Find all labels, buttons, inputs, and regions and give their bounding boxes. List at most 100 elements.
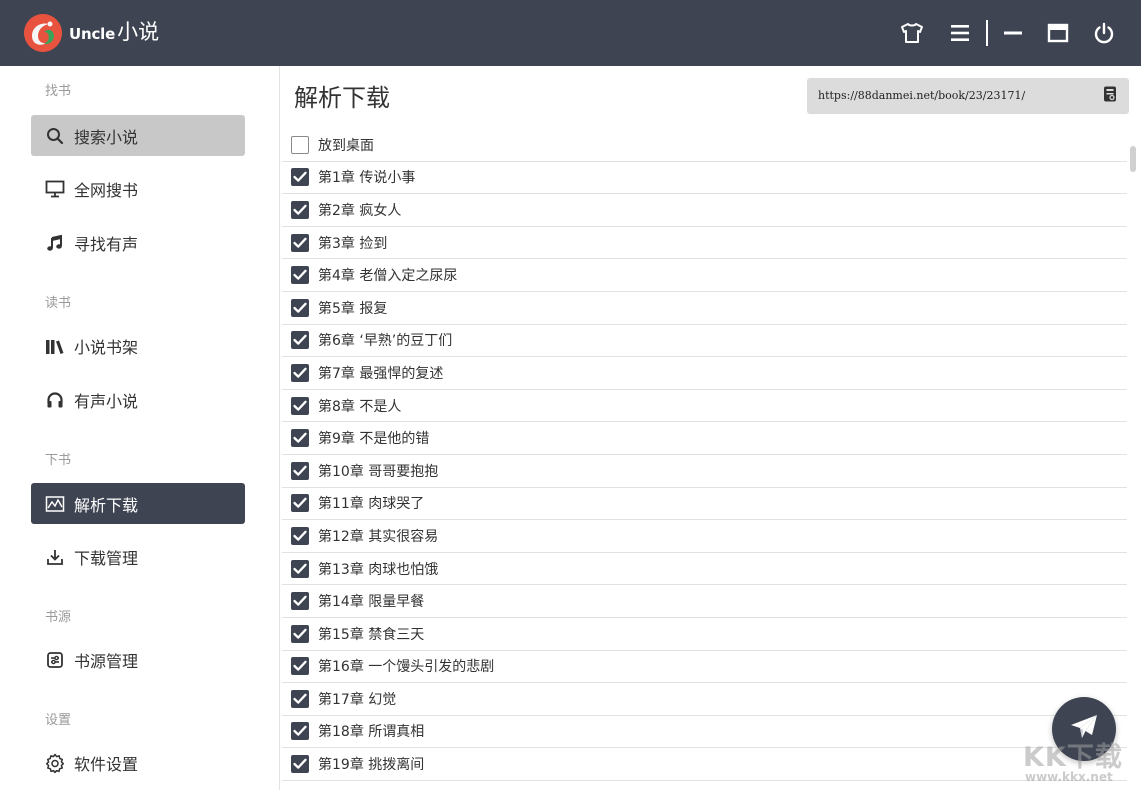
chapter-title: 第16章 一个馒头引发的悲剧 bbox=[318, 656, 494, 676]
minimize-icon[interactable] bbox=[999, 19, 1027, 47]
sidebar-item-software-settings[interactable]: 软件设置 bbox=[31, 742, 245, 783]
chapter-row[interactable]: 第3章 捡到 bbox=[282, 227, 1127, 260]
chapter-checkbox[interactable] bbox=[291, 299, 309, 317]
source-icon bbox=[45, 650, 65, 670]
chapter-row[interactable]: 第2章 疯女人 bbox=[282, 194, 1127, 227]
chapter-row[interactable]: 第10章 哥哥要抱抱 bbox=[282, 455, 1127, 488]
desktop-checkbox[interactable] bbox=[291, 136, 309, 154]
watermark-url: www.kkx.net bbox=[1025, 770, 1113, 784]
chapter-checkbox[interactable] bbox=[291, 462, 309, 480]
chapter-row[interactable]: 第11章 肉球哭了 bbox=[282, 488, 1127, 521]
chapter-title: 第19章 挑拨离间 bbox=[318, 754, 424, 774]
chapter-row[interactable]: 第8章 不是人 bbox=[282, 390, 1127, 423]
chapter-row[interactable]: 第7章 最强悍的复述 bbox=[282, 357, 1127, 390]
chapter-title: 第11章 肉球哭了 bbox=[318, 493, 424, 513]
list-scrollbar[interactable] bbox=[1130, 146, 1136, 172]
sidebar-item-label: 软件设置 bbox=[74, 751, 138, 775]
chapter-title: 第18章 所谓真相 bbox=[318, 721, 424, 741]
chapter-checkbox[interactable] bbox=[291, 657, 309, 675]
chapter-checkbox[interactable] bbox=[291, 527, 309, 545]
power-icon[interactable] bbox=[1090, 19, 1118, 47]
chapter-row[interactable]: 第17章 幻觉 bbox=[282, 683, 1127, 716]
chapter-title: 第10章 哥哥要抱抱 bbox=[318, 461, 438, 481]
chapter-title: 第8章 不是人 bbox=[318, 396, 401, 416]
check-icon bbox=[293, 432, 307, 444]
app-logo-icon bbox=[24, 14, 62, 52]
shirt-icon[interactable] bbox=[898, 19, 926, 47]
search-icon bbox=[45, 126, 65, 146]
chapter-checkbox[interactable] bbox=[291, 201, 309, 219]
check-icon bbox=[293, 758, 307, 770]
chapter-checkbox[interactable] bbox=[291, 331, 309, 349]
sidebar-item-find-audio[interactable]: 寻找有声 bbox=[31, 222, 245, 263]
section-label-read: 读书 bbox=[45, 292, 71, 311]
check-icon bbox=[293, 465, 307, 477]
section-label-source: 书源 bbox=[45, 606, 71, 625]
url-input[interactable] bbox=[807, 78, 1091, 114]
sidebar-item-label: 搜索小说 bbox=[74, 124, 138, 148]
chapter-checkbox[interactable] bbox=[291, 266, 309, 284]
chapter-row[interactable]: 第14章 限量早餐 bbox=[282, 585, 1127, 618]
chapter-checkbox[interactable] bbox=[291, 234, 309, 252]
chapter-title: 第1章 传说小事 bbox=[318, 167, 415, 187]
sidebar-item-audio-novel[interactable]: 有声小说 bbox=[31, 379, 245, 420]
chapter-title: 第6章 ‘早熟’的豆丁们 bbox=[318, 330, 452, 350]
chapter-row[interactable]: 第6章 ‘早熟’的豆丁们 bbox=[282, 325, 1127, 358]
sidebar-item-search-novel[interactable]: 搜索小说 bbox=[31, 115, 245, 156]
check-icon bbox=[293, 204, 307, 216]
chapter-row[interactable]: 第9章 不是他的错 bbox=[282, 422, 1127, 455]
chapter-checkbox[interactable] bbox=[291, 592, 309, 610]
chapter-checkbox[interactable] bbox=[291, 429, 309, 447]
sidebar: 找书 搜索小说 全网搜书 寻找有声 读书 小说书架 有声小说 下书 bbox=[0, 66, 280, 790]
check-icon bbox=[293, 595, 307, 607]
sidebar-item-label: 寻找有声 bbox=[74, 231, 138, 255]
app-name-cn: 小说 bbox=[117, 20, 159, 44]
chapter-checkbox[interactable] bbox=[291, 168, 309, 186]
chapter-row[interactable]: 第1章 传说小事 bbox=[282, 162, 1127, 195]
chapter-title: 第5章 报复 bbox=[318, 298, 387, 318]
chapter-checkbox[interactable] bbox=[291, 364, 309, 382]
chapter-checkbox[interactable] bbox=[291, 494, 309, 512]
chart-icon bbox=[45, 494, 65, 514]
title-bar: Uncle小说 bbox=[0, 0, 1141, 66]
maximize-icon[interactable] bbox=[1044, 19, 1072, 47]
check-icon bbox=[293, 725, 307, 737]
chapter-title: 第13章 肉球也怕饿 bbox=[318, 559, 438, 579]
app-name-latin: Uncle bbox=[69, 25, 115, 43]
chapter-title: 第17章 幻觉 bbox=[318, 689, 396, 709]
books-icon bbox=[45, 336, 65, 356]
chapter-row[interactable]: 第4章 老僧入定之尿尿 bbox=[282, 259, 1127, 292]
chapter-title: 第7章 最强悍的复述 bbox=[318, 363, 443, 383]
chapter-row[interactable]: 第12章 其实很容易 bbox=[282, 520, 1127, 553]
chapter-checkbox[interactable] bbox=[291, 722, 309, 740]
check-icon bbox=[293, 693, 307, 705]
chapter-title: 第3章 捡到 bbox=[318, 233, 387, 253]
chapter-row[interactable]: 第13章 肉球也怕饿 bbox=[282, 553, 1127, 586]
titlebar-separator bbox=[986, 20, 988, 46]
sidebar-item-web-search[interactable]: 全网搜书 bbox=[31, 168, 245, 209]
chapter-checkbox[interactable] bbox=[291, 625, 309, 643]
section-label-download: 下书 bbox=[45, 449, 71, 468]
sidebar-item-label: 解析下载 bbox=[74, 492, 138, 516]
sidebar-item-parse-download[interactable]: 解析下载 bbox=[31, 483, 245, 524]
sidebar-item-label: 书源管理 bbox=[74, 648, 138, 672]
chapter-checkbox[interactable] bbox=[291, 397, 309, 415]
sidebar-item-download-manager[interactable]: 下载管理 bbox=[31, 536, 245, 577]
parse-button[interactable] bbox=[1091, 78, 1129, 114]
chapter-row[interactable]: 第5章 报复 bbox=[282, 292, 1127, 325]
desktop-option-row[interactable]: 放到桌面 bbox=[282, 129, 1127, 162]
sidebar-item-label: 下载管理 bbox=[74, 545, 138, 569]
check-icon bbox=[293, 530, 307, 542]
chapter-row[interactable]: 第15章 禁食三天 bbox=[282, 618, 1127, 651]
check-icon bbox=[293, 367, 307, 379]
sidebar-item-label: 有声小说 bbox=[74, 388, 138, 412]
sidebar-item-source-manager[interactable]: 书源管理 bbox=[31, 639, 245, 680]
check-icon bbox=[293, 400, 307, 412]
check-icon bbox=[293, 334, 307, 346]
sidebar-item-bookshelf[interactable]: 小说书架 bbox=[31, 325, 245, 366]
chapter-row[interactable]: 第16章 一个馒头引发的悲剧 bbox=[282, 651, 1127, 684]
chapter-checkbox[interactable] bbox=[291, 560, 309, 578]
chapter-checkbox[interactable] bbox=[291, 690, 309, 708]
chapter-checkbox[interactable] bbox=[291, 755, 309, 773]
menu-icon[interactable] bbox=[946, 19, 974, 47]
